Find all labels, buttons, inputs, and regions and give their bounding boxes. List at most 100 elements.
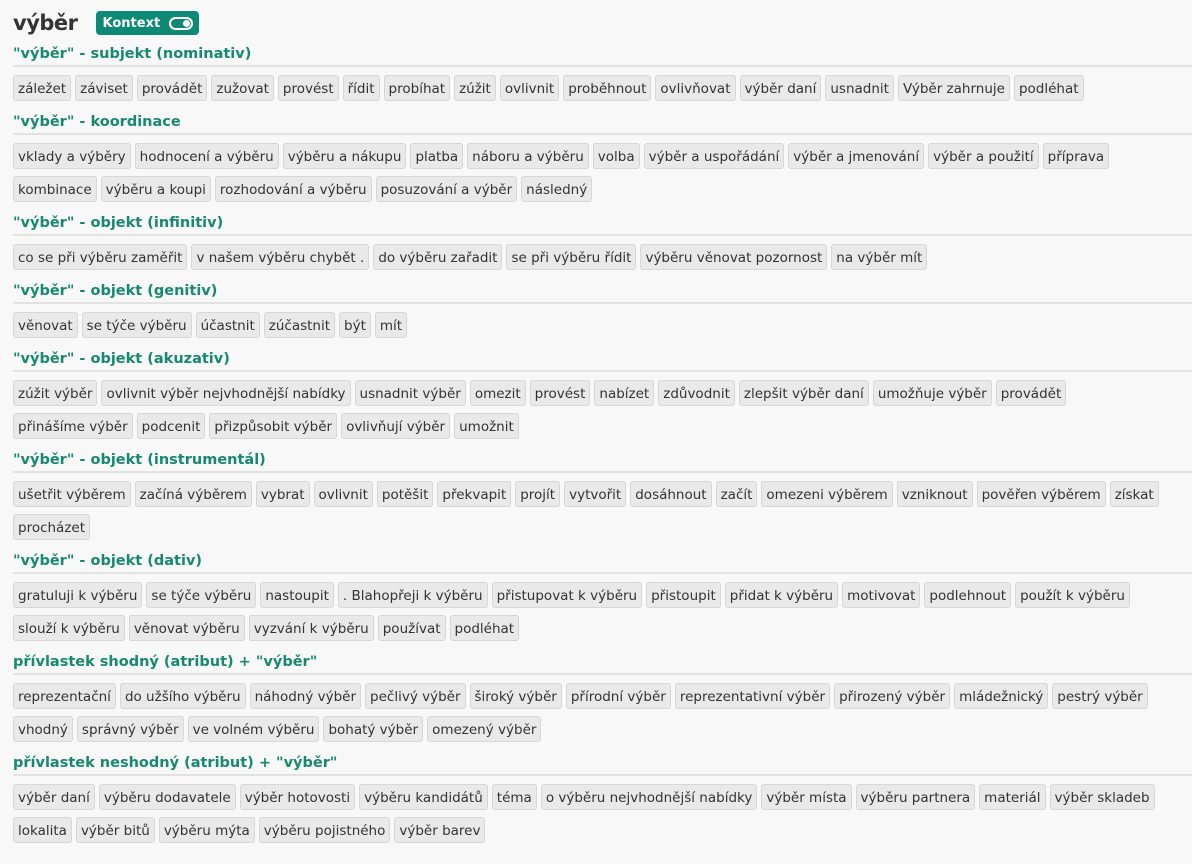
collocation-tag[interactable]: výběru a nákupu	[282, 143, 407, 169]
collocation-tag[interactable]: co se při výběru zaměřit	[13, 244, 188, 270]
collocation-tag[interactable]: procházet	[13, 514, 91, 540]
collocation-tag[interactable]: příprava	[1042, 143, 1110, 169]
collocation-tag[interactable]: téma	[491, 784, 537, 810]
collocation-tag[interactable]: podlehnout	[924, 582, 1012, 608]
collocation-tag[interactable]: platba	[410, 143, 464, 169]
collocation-tag[interactable]: do užšího výběru	[119, 683, 246, 709]
collocation-tag[interactable]: záviset	[75, 75, 133, 101]
collocation-tag[interactable]: výběr a jmenování	[788, 143, 925, 169]
collocation-tag[interactable]: Výběr zahrnuje	[897, 75, 1010, 101]
collocation-tag[interactable]: motivovat	[842, 582, 921, 608]
collocation-tag[interactable]: provádět	[136, 75, 208, 101]
collocation-tag[interactable]: podcenit	[136, 413, 206, 439]
collocation-tag[interactable]: vytvořit	[564, 481, 627, 507]
collocation-tag[interactable]: výběr barev	[394, 817, 486, 843]
collocation-tag[interactable]: začít	[715, 481, 758, 507]
collocation-tag[interactable]: zužovat	[211, 75, 274, 101]
collocation-tag[interactable]: ovlivnit výběr nejvhodnější nabídky	[101, 380, 351, 406]
collocation-tag[interactable]: přistoupit	[646, 582, 721, 608]
collocation-tag[interactable]: ušetřit výběrem	[13, 481, 131, 507]
collocation-tag[interactable]: přidat k výběru	[724, 582, 839, 608]
collocation-tag[interactable]: následný	[521, 176, 593, 202]
collocation-tag[interactable]: projít	[515, 481, 561, 507]
collocation-tag[interactable]: lokalita	[13, 817, 72, 843]
collocation-tag[interactable]: v našem výběru chybět .	[191, 244, 370, 270]
collocation-tag[interactable]: výběr daní	[13, 784, 95, 810]
collocation-tag[interactable]: provádět	[995, 380, 1067, 406]
collocation-tag[interactable]: usnadnit výběr	[354, 380, 466, 406]
collocation-tag[interactable]: o výběru nejvhodnější nabídky	[540, 784, 758, 810]
collocation-tag[interactable]: volba	[592, 143, 640, 169]
collocation-tag[interactable]: výběru dodavatele	[98, 784, 236, 810]
collocation-tag[interactable]: se při výběru řídit	[506, 244, 637, 270]
collocation-tag[interactable]: zúžit výběr	[13, 380, 98, 406]
collocation-tag[interactable]: na výběr mít	[831, 244, 928, 270]
collocation-tag[interactable]: usnadnit	[825, 75, 894, 101]
collocation-tag[interactable]: proběhnout	[563, 75, 652, 101]
collocation-tag[interactable]: vybrat	[255, 481, 310, 507]
collocation-tag[interactable]: přistupovat k výběru	[491, 582, 643, 608]
collocation-tag[interactable]: omezeni výběrem	[761, 481, 893, 507]
collocation-tag[interactable]: ovlivňovat	[655, 75, 736, 101]
collocation-tag[interactable]: být	[339, 312, 371, 338]
collocation-tag[interactable]: reprezentační	[13, 683, 116, 709]
collocation-tag[interactable]: bohatý výběr	[323, 716, 424, 742]
collocation-tag[interactable]: nabízet	[594, 380, 655, 406]
collocation-tag[interactable]: výběru věnovat pozornost	[640, 244, 828, 270]
collocation-tag[interactable]: výběru kandidátů	[359, 784, 488, 810]
collocation-tag[interactable]: se týče výběru	[81, 312, 192, 338]
collocation-tag[interactable]: ovlivnit	[499, 75, 560, 101]
collocation-tag[interactable]: výběru pojistného	[258, 817, 391, 843]
collocation-tag[interactable]: podléhat	[449, 615, 520, 641]
collocation-tag[interactable]: výběr a uspořádání	[643, 143, 785, 169]
collocation-tag[interactable]: náhodný výběr	[249, 683, 362, 709]
collocation-tag[interactable]: výběr daní	[739, 75, 822, 101]
collocation-tag[interactable]: přírodní výběr	[565, 683, 671, 709]
collocation-tag[interactable]: provést	[529, 380, 591, 406]
collocation-tag[interactable]: správný výběr	[76, 716, 184, 742]
collocation-tag[interactable]: přirozený výběr	[834, 683, 951, 709]
collocation-tag[interactable]: překvapit	[437, 481, 512, 507]
collocation-tag[interactable]: probíhat	[383, 75, 451, 101]
collocation-tag[interactable]: účastnit	[195, 312, 260, 338]
collocation-tag[interactable]: zdůvodnit	[658, 380, 735, 406]
collocation-tag[interactable]: slouží k výběru	[13, 615, 125, 641]
collocation-tag[interactable]: umožňuje výběr	[872, 380, 992, 406]
collocation-tag[interactable]: pestrý výběr	[1052, 683, 1148, 709]
collocation-tag[interactable]: vklady a výběry	[13, 143, 131, 169]
collocation-tag[interactable]: začíná výběrem	[134, 481, 252, 507]
collocation-tag[interactable]: omezený výběr	[427, 716, 542, 742]
collocation-tag[interactable]: výběr a použití	[928, 143, 1039, 169]
collocation-tag[interactable]: posuzování a výběr	[375, 176, 518, 202]
collocation-tag[interactable]: výběru mýta	[158, 817, 255, 843]
collocation-tag[interactable]: věnovat	[13, 312, 78, 338]
collocation-tag[interactable]: ve volném výběru	[187, 716, 320, 742]
collocation-tag[interactable]: zúčastnit	[263, 312, 336, 338]
collocation-tag[interactable]: přinášíme výběr	[13, 413, 133, 439]
collocation-tag[interactable]: výběru a koupi	[100, 176, 211, 202]
collocation-tag[interactable]: vhodný	[13, 716, 73, 742]
collocation-tag[interactable]: hodnocení a výběru	[134, 143, 279, 169]
collocation-tag[interactable]: kombinace	[13, 176, 97, 202]
collocation-tag[interactable]: dosáhnout	[630, 481, 712, 507]
collocation-tag[interactable]: reprezentativní výběr	[674, 683, 831, 709]
collocation-tag[interactable]: výběru partnera	[855, 784, 976, 810]
collocation-tag[interactable]: výběr hotovosti	[239, 784, 356, 810]
collocation-tag[interactable]: mít	[374, 312, 408, 338]
collocation-tag[interactable]: široký výběr	[469, 683, 562, 709]
collocation-tag[interactable]: se týče výběru	[146, 582, 257, 608]
collocation-tag[interactable]: . Blahopřeji k výběru	[337, 582, 488, 608]
collocation-tag[interactable]: použít k výběru	[1015, 582, 1130, 608]
collocation-tag[interactable]: do výběru zařadit	[373, 244, 503, 270]
collocation-tag[interactable]: vzniknout	[896, 481, 973, 507]
collocation-tag[interactable]: náboru a výběru	[467, 143, 589, 169]
collocation-tag[interactable]: potěšit	[376, 481, 434, 507]
collocation-tag[interactable]: rozhodování a výběru	[214, 176, 372, 202]
collocation-tag[interactable]: přizpůsobit výběr	[209, 413, 338, 439]
collocation-tag[interactable]: věnovat výběru	[128, 615, 245, 641]
collocation-tag[interactable]: výběr skladeb	[1049, 784, 1155, 810]
collocation-tag[interactable]: záležet	[13, 75, 72, 101]
context-toggle[interactable]: Kontext	[95, 11, 200, 35]
collocation-tag[interactable]: omezit	[469, 380, 526, 406]
collocation-tag[interactable]: výběr bitů	[75, 817, 155, 843]
